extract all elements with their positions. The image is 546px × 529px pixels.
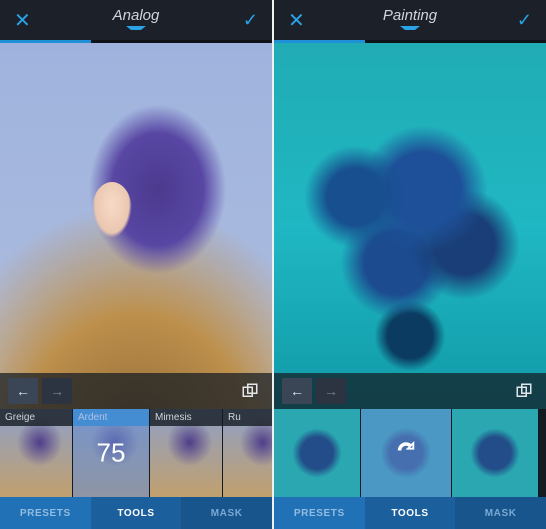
screen-left: ✕ Analog ✓ ← → Greige Ardent 75 bbox=[0, 0, 272, 529]
close-button[interactable]: ✕ bbox=[288, 8, 310, 33]
bottom-tabs: PRESETS TOOLS MASK bbox=[0, 497, 272, 529]
preset-paint-2[interactable] bbox=[361, 409, 451, 497]
tab-mask[interactable]: MASK bbox=[455, 497, 546, 529]
bottom-tabs: PRESETS TOOLS MASK bbox=[274, 497, 546, 529]
filter-title[interactable]: Painting bbox=[310, 7, 510, 34]
image-canvas[interactable]: ← → bbox=[274, 43, 546, 409]
undo-button[interactable]: ← bbox=[282, 378, 312, 404]
preset-ardent[interactable]: Ardent 75 bbox=[73, 409, 149, 497]
screen-right: ✕ Painting ✓ ← → bbox=[274, 0, 546, 529]
preset-thumb bbox=[274, 409, 360, 497]
preset-greige[interactable]: Greige bbox=[0, 409, 72, 497]
preset-label: Greige bbox=[0, 409, 72, 426]
preset-paint-1[interactable] bbox=[274, 409, 360, 497]
compare-button[interactable] bbox=[510, 378, 538, 404]
redo-button[interactable]: → bbox=[316, 378, 346, 404]
tab-presets[interactable]: PRESETS bbox=[0, 497, 91, 529]
compare-icon bbox=[515, 382, 533, 400]
redo-button[interactable]: → bbox=[42, 378, 72, 404]
tab-tools[interactable]: TOOLS bbox=[91, 497, 182, 529]
preset-strip[interactable]: Greige Ardent 75 Mimesis Ru bbox=[0, 409, 272, 497]
preset-label: Ru bbox=[223, 409, 272, 426]
preset-label: Ardent bbox=[73, 409, 149, 426]
undo-button[interactable]: ← bbox=[8, 378, 38, 404]
edited-photo bbox=[0, 43, 272, 409]
compare-button[interactable] bbox=[236, 378, 264, 404]
tab-mask[interactable]: MASK bbox=[181, 497, 272, 529]
tab-tools[interactable]: TOOLS bbox=[365, 497, 456, 529]
edited-photo bbox=[274, 43, 546, 409]
filter-title[interactable]: Analog bbox=[36, 7, 236, 34]
topbar: ✕ Painting ✓ bbox=[274, 0, 546, 40]
confirm-button[interactable]: ✓ bbox=[236, 10, 258, 31]
preset-paint-3[interactable] bbox=[452, 409, 538, 497]
canvas-toolbar: ← → bbox=[0, 373, 272, 409]
tab-presets[interactable]: PRESETS bbox=[274, 497, 365, 529]
compare-icon bbox=[241, 382, 259, 400]
preset-strip[interactable] bbox=[274, 409, 546, 497]
preset-partial[interactable]: Ru bbox=[223, 409, 272, 497]
close-button[interactable]: ✕ bbox=[14, 8, 36, 33]
confirm-button[interactable]: ✓ bbox=[510, 10, 532, 31]
redo-arc-icon bbox=[395, 440, 417, 467]
preset-intensity-value: 75 bbox=[97, 438, 126, 469]
image-canvas[interactable]: ← → bbox=[0, 43, 272, 409]
preset-mimesis[interactable]: Mimesis bbox=[150, 409, 222, 497]
topbar: ✕ Analog ✓ bbox=[0, 0, 272, 40]
preset-label: Mimesis bbox=[150, 409, 222, 426]
canvas-toolbar: ← → bbox=[274, 373, 546, 409]
preset-thumb bbox=[452, 409, 538, 497]
